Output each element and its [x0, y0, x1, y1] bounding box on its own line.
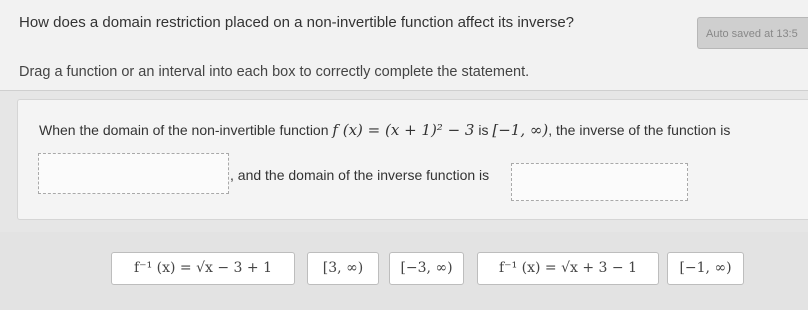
tile-interval-neg1-inf[interactable]: [−1, ∞)	[667, 252, 744, 285]
autosave-status: Auto saved at 13:5	[697, 17, 808, 49]
statement-text-part2: is	[474, 122, 493, 138]
tile-inverse-sqrt-minus3-plus1[interactable]: f⁻¹ (x) = √x − 3 + 1	[111, 252, 295, 285]
tile-interval-neg3-inf[interactable]: [−3, ∞)	[389, 252, 464, 285]
tile-interval-3-inf[interactable]: [3, ∞)	[307, 252, 379, 285]
drop-box-inverse-function[interactable]	[38, 153, 229, 194]
statement-text-part1: When the domain of the non-invertible fu…	[39, 122, 333, 138]
question-text: How does a domain restriction placed on …	[19, 14, 575, 31]
function-expression: f (x) = (x + 1)² − 3	[332, 121, 475, 139]
statement-line-1: When the domain of the non-invertible fu…	[39, 121, 730, 139]
tile-inverse-sqrt-plus3-minus1[interactable]: f⁻¹ (x) = √x + 3 − 1	[477, 252, 659, 285]
domain-interval: [−1, ∞)	[492, 121, 549, 139]
instructions-text: Drag a function or an interval into each…	[19, 64, 530, 80]
statement-text-part4: , and the domain of the inverse function…	[230, 167, 490, 183]
drop-box-inverse-domain[interactable]	[511, 163, 688, 201]
divider	[0, 90, 808, 91]
statement-text-part3: , the inverse of the function is	[548, 122, 731, 138]
